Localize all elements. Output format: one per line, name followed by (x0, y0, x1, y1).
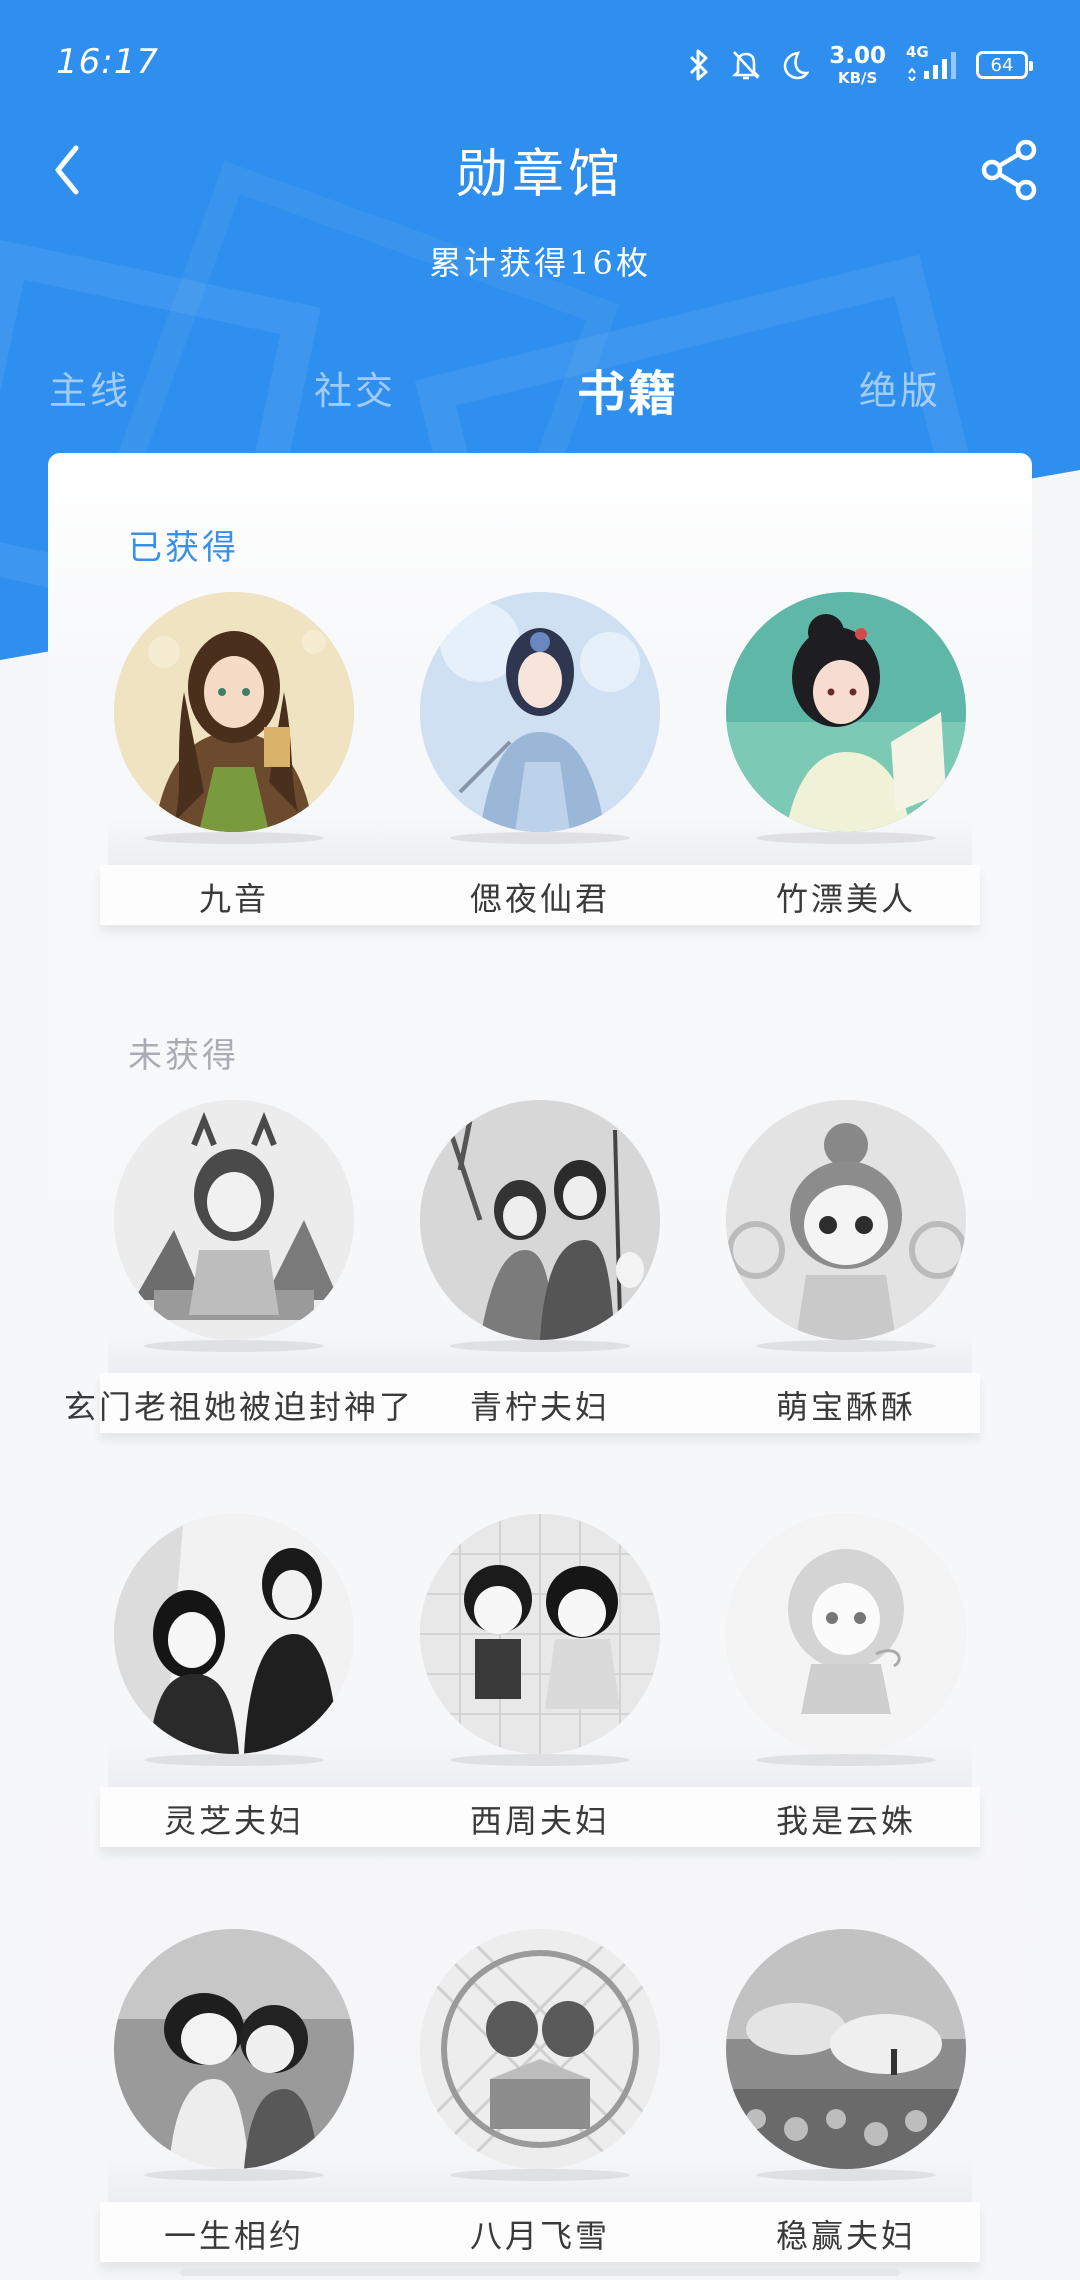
badge-name: 八月飞雪 (469, 2217, 610, 2255)
badge-image[interactable] (726, 592, 966, 832)
mute-bell-icon (731, 49, 761, 81)
badge-image[interactable] (420, 1100, 660, 1340)
net-speed-unit: KB/S (837, 68, 878, 87)
badge-name: 稳赢夫妇 (775, 2217, 916, 2255)
badge-image[interactable] (726, 1929, 966, 2169)
page-title: 勋章馆 (455, 145, 624, 205)
badge-name: 竹漂美人 (775, 880, 916, 918)
moon-icon (781, 50, 810, 80)
tab-books[interactable]: 书籍 (577, 354, 679, 424)
status-time: 16:17 (56, 42, 159, 82)
badge-image[interactable] (726, 1100, 966, 1340)
badge-image[interactable] (420, 592, 660, 832)
badge-image[interactable] (114, 592, 354, 832)
tab-out-of-print[interactable]: 绝版 (859, 360, 941, 415)
section-label-unearned: 未获得 (128, 1036, 239, 1076)
net-speed-value: 3.00 (829, 42, 886, 69)
signal-icon: 4G (906, 43, 956, 81)
badge-name: 一生相约 (163, 2217, 304, 2255)
badge-name: 萌宝酥酥 (775, 1388, 916, 1426)
badge-name: 我是云姝 (775, 1802, 916, 1840)
badge-name: 西周夫妇 (469, 1802, 610, 1840)
badge-name: 灵芝夫妇 (163, 1802, 304, 1840)
badge-image[interactable] (114, 1100, 354, 1340)
badge-name: 偲夜仙君 (469, 880, 610, 918)
net-speed: 3.00 KB/S (829, 42, 886, 87)
badge-name: 青柠夫妇 (469, 1388, 610, 1426)
tab-social[interactable]: 社交 (314, 360, 396, 415)
status-bar: 16:17 3.00 KB/S 4G 64 (0, 0, 1080, 130)
tab-mainline[interactable]: 主线 (49, 360, 131, 415)
badge-image[interactable] (420, 1929, 660, 2169)
battery-icon: 64 (976, 51, 1033, 79)
badge-name: 九音 (198, 880, 269, 918)
section-label-earned: 已获得 (128, 528, 239, 568)
badge-image[interactable] (114, 1929, 354, 2169)
category-tabs: 主线 社交 书籍 绝版 (0, 360, 1080, 430)
share-icon (981, 139, 1037, 201)
badge-image[interactable] (114, 1514, 354, 1754)
badge-name: 玄门老祖她被迫封神了 (64, 1388, 415, 1426)
share-button[interactable] (970, 130, 1050, 210)
bluetooth-icon (687, 48, 711, 82)
scroll-indicator (180, 2268, 900, 2276)
status-icons: 3.00 KB/S 4G 64 (687, 40, 1033, 90)
badge-image[interactable] (726, 1514, 966, 1754)
network-type: 4G (906, 43, 929, 61)
badge-count-subtitle: 累计获得16枚 (429, 244, 651, 282)
badge-image[interactable] (420, 1514, 660, 1754)
